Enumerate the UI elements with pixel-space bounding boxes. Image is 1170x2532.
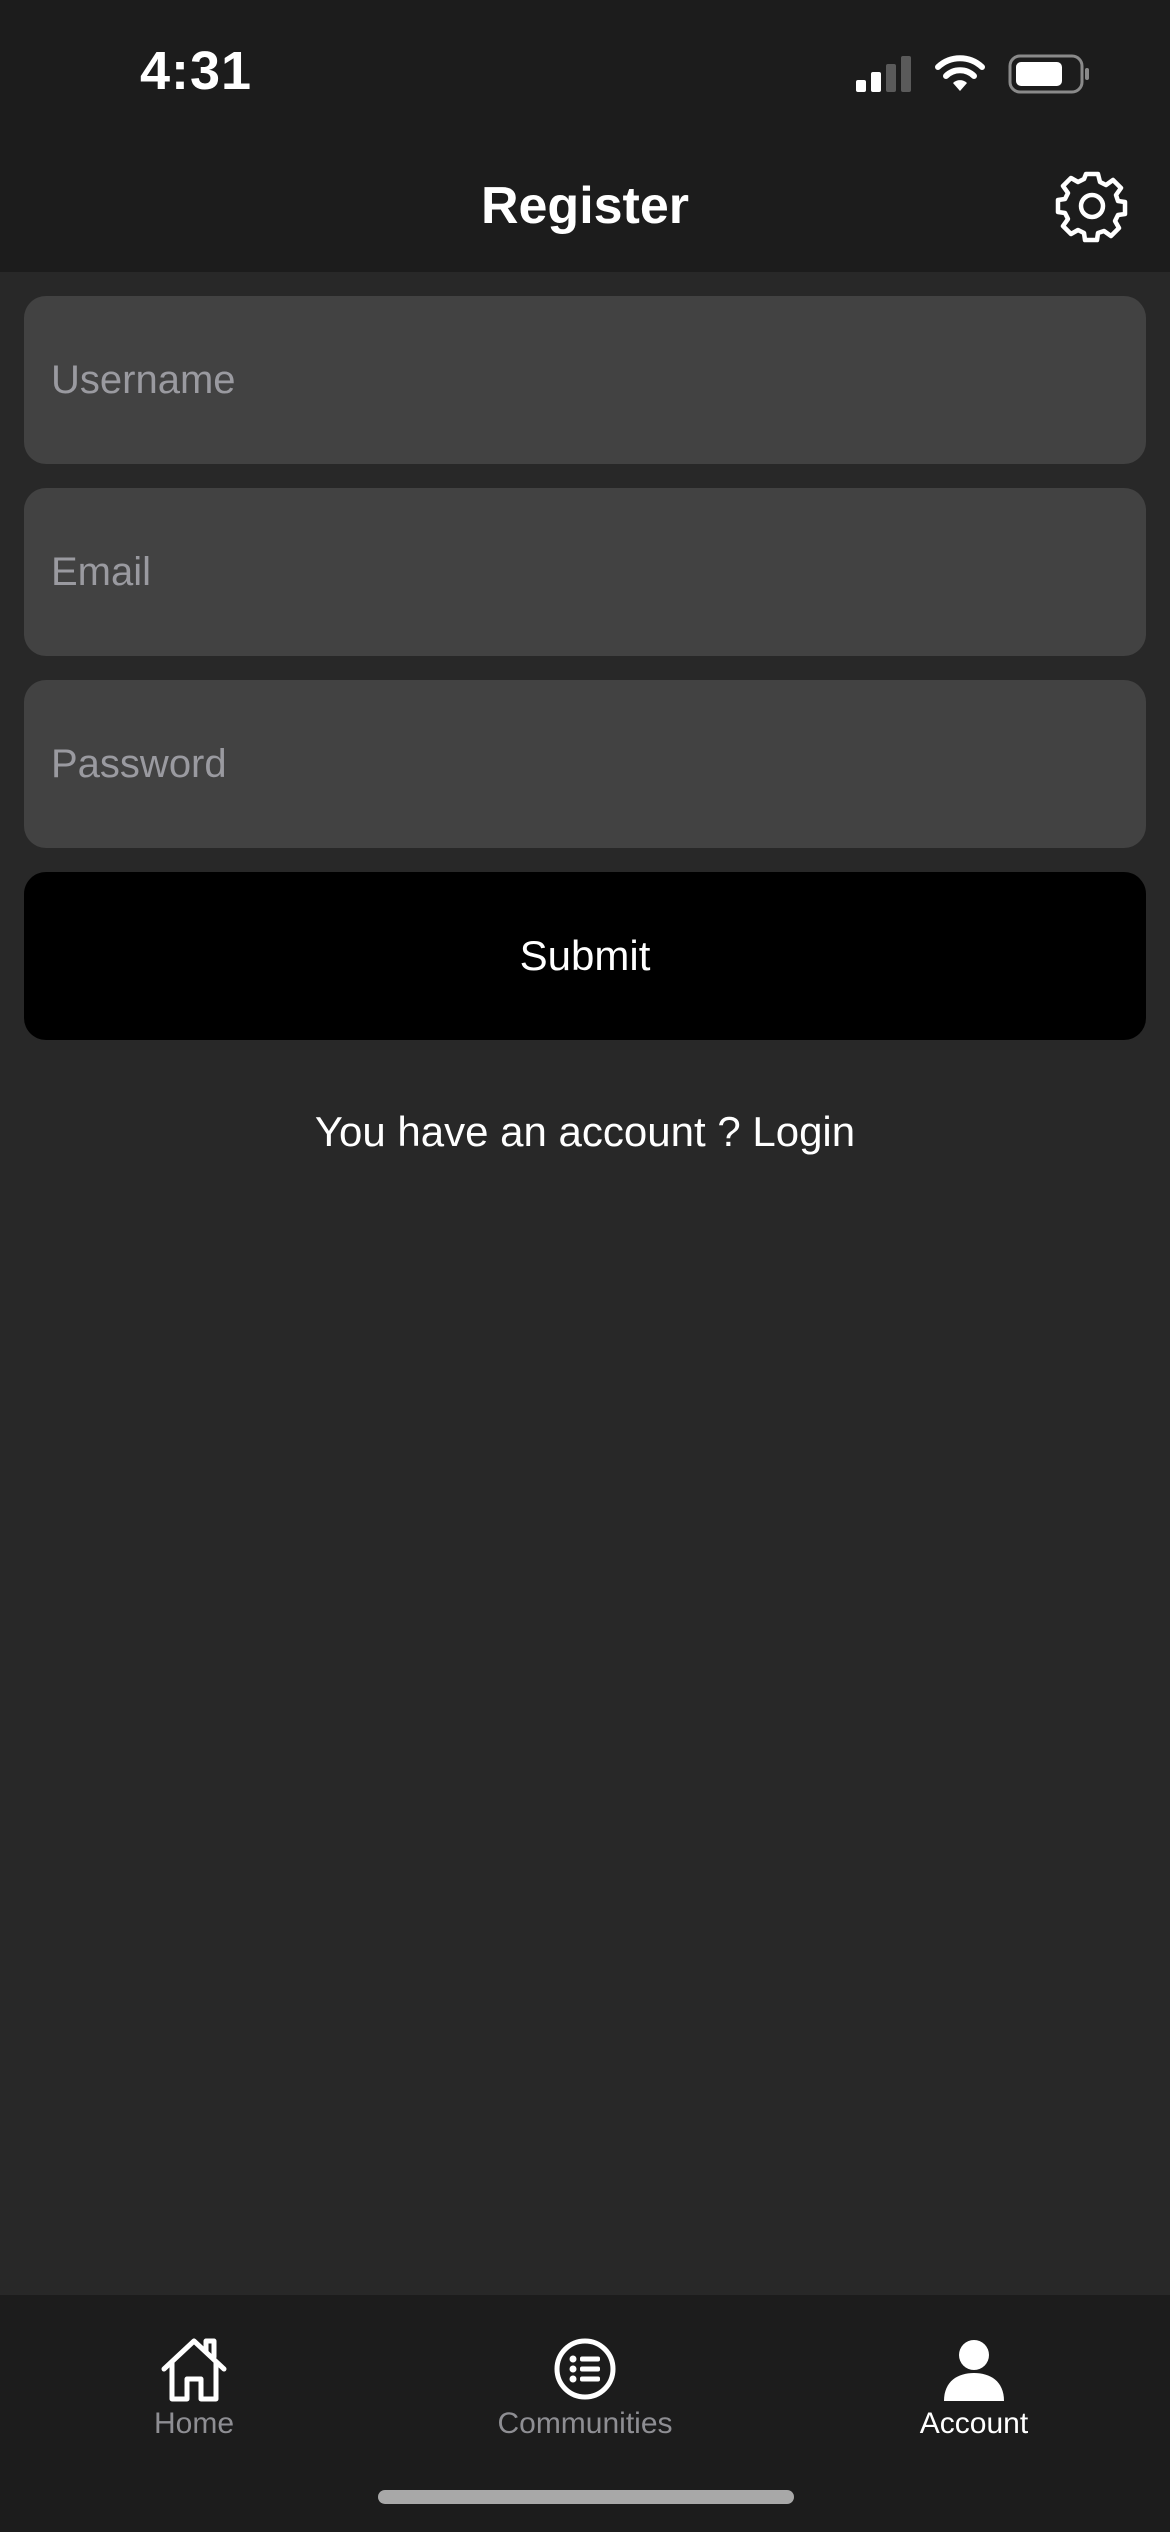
nav-header: Register	[0, 140, 1170, 272]
settings-button[interactable]	[1054, 168, 1130, 244]
list-icon	[554, 2338, 616, 2400]
login-link[interactable]: Login	[752, 1108, 855, 1155]
tab-account[interactable]: Account	[824, 2335, 1124, 2441]
tab-home-label: Home	[153, 2407, 235, 2440]
tab-home[interactable]: Home	[44, 2335, 344, 2441]
login-prompt-text: You have an account ?	[314, 1108, 741, 1155]
status-time: 4:31	[140, 41, 253, 101]
tab-communities-label: Communities	[497, 2407, 673, 2440]
battery-icon	[1008, 54, 1089, 94]
username-field[interactable]	[24, 296, 1146, 464]
person-icon	[944, 2340, 1004, 2401]
email-input[interactable]	[49, 548, 1146, 596]
status-icons	[856, 54, 1090, 94]
gear-icon	[1055, 171, 1128, 243]
tab-communities[interactable]: Communities	[435, 2335, 735, 2441]
home-indicator	[378, 2490, 794, 2504]
password-field[interactable]	[24, 680, 1146, 848]
username-input[interactable]	[49, 356, 1146, 404]
status-bar: 4:31	[0, 0, 1170, 140]
tab-account-label: Account	[919, 2407, 1029, 2440]
password-input[interactable]	[49, 740, 1146, 788]
email-field[interactable]	[24, 488, 1146, 656]
wifi-icon	[935, 55, 985, 91]
submit-button[interactable]: Submit	[24, 872, 1146, 1040]
cellular-signal-icon	[856, 56, 911, 92]
register-form: Submit	[24, 296, 1146, 1040]
login-prompt: You have an account ? Login	[0, 1108, 1170, 1156]
page-title: Register	[480, 177, 690, 235]
home-icon	[161, 2338, 227, 2402]
